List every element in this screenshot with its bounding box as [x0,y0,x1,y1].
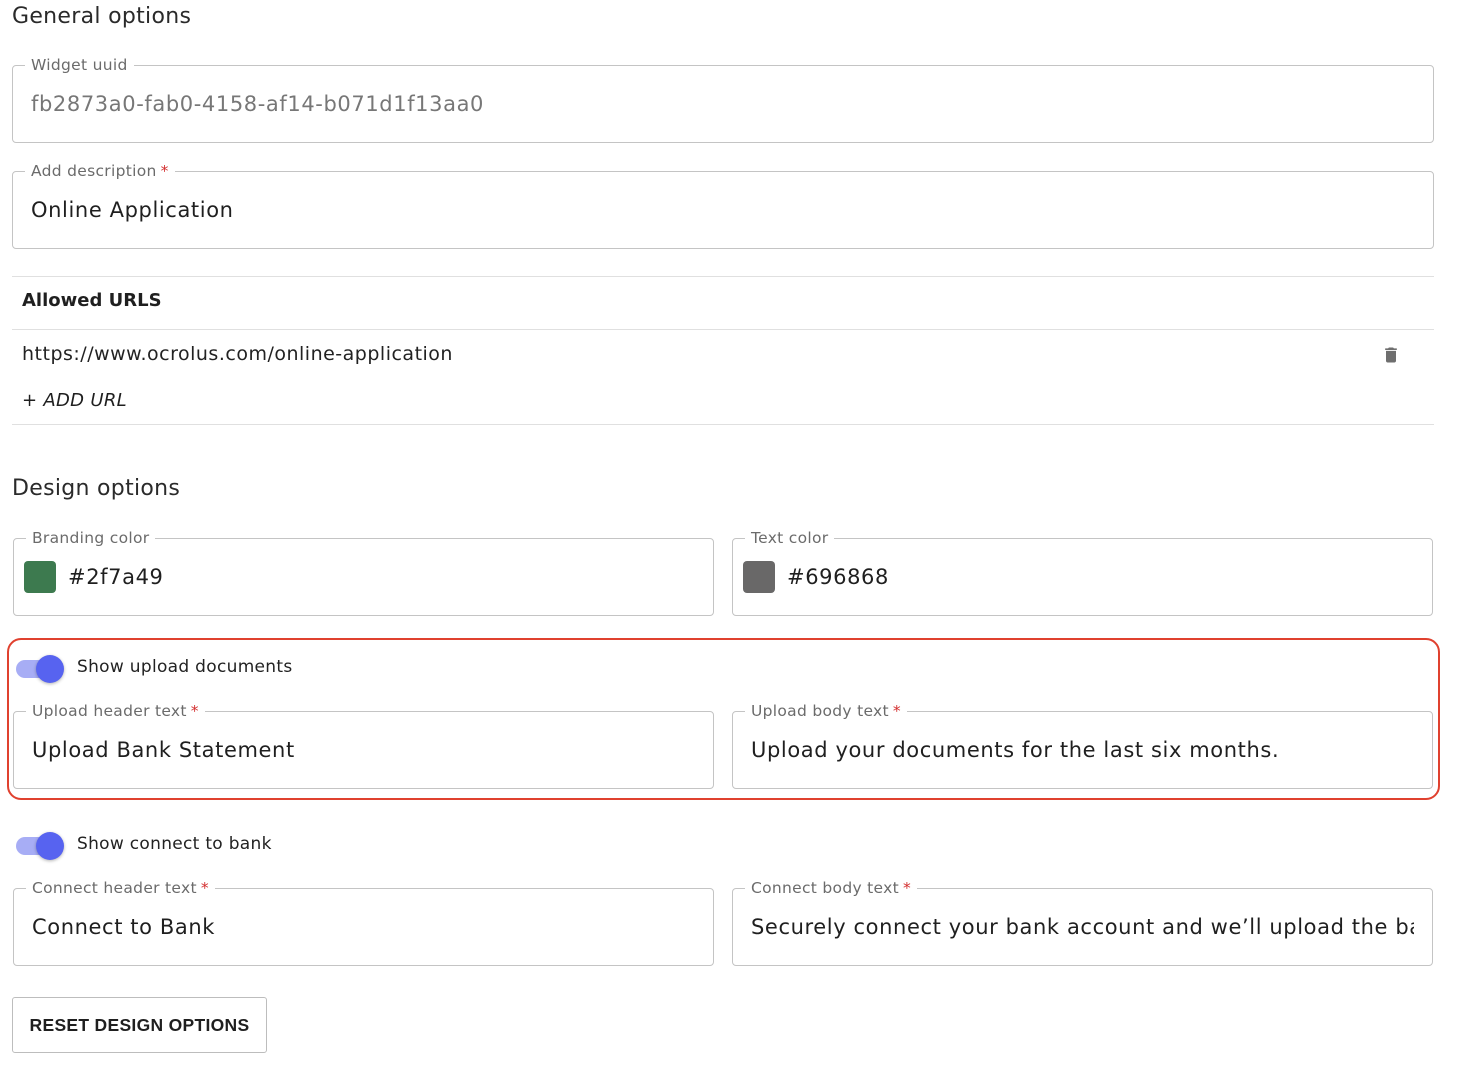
description-field[interactable]: Add description * Online Application [12,161,1434,249]
connect-header-field[interactable]: Connect header text * Connect to Bank [13,878,714,966]
upload-header-field[interactable]: Upload header text * Upload Bank Statemen… [13,701,714,789]
trash-icon[interactable] [1381,345,1401,365]
toggle-thumb [36,655,64,683]
connect-header-value: Connect to Bank [32,915,216,939]
upload-body-value: Upload your documents for the last six m… [751,738,1280,762]
add-url-button[interactable]: + ADD URL [22,390,127,411]
connect-body-field[interactable]: Connect body text * Securely connect your… [732,878,1433,966]
allowed-urls-header: Allowed URLS [22,290,162,311]
upload-header-value: Upload Bank Statement [32,738,295,762]
text-color-field[interactable]: Text color #696868 [732,528,1433,616]
connect-body-value: Securely connect your bank account and w… [751,915,1414,939]
show-upload-documents-toggle[interactable] [14,653,66,683]
reset-design-options-button[interactable]: RESET DESIGN OPTIONS [12,997,267,1053]
widget-uuid-value: fb2873a0-fab0-4158-af14-b071d1f13aa0 [31,92,485,116]
widget-uuid-field[interactable]: Widget uuid fb2873a0-fab0-4158-af14-b071… [12,55,1434,143]
text-color-value: #696868 [787,565,889,589]
design-options-title: Design options [12,476,181,501]
branding-color-value-row: #2f7a49 [24,539,695,615]
divider [12,424,1434,425]
general-options-title: General options [12,4,192,29]
upload-body-field[interactable]: Upload body text * Upload your documents … [732,701,1433,789]
show-upload-documents-label: Show upload documents [77,657,293,677]
toggle-thumb [36,832,64,860]
text-color-swatch[interactable] [743,561,775,593]
text-color-value-row: #696868 [743,539,1414,615]
branding-color-field[interactable]: Branding color #2f7a49 [13,528,714,616]
show-connect-to-bank-toggle[interactable] [14,830,66,860]
allowed-url-item: https://www.ocrolus.com/online-applicati… [22,343,453,365]
divider [12,329,1434,330]
branding-color-value: #2f7a49 [68,565,164,589]
show-connect-to-bank-label: Show connect to bank [77,834,272,854]
divider [12,276,1434,277]
description-value: Online Application [31,198,234,222]
branding-color-swatch[interactable] [24,561,56,593]
